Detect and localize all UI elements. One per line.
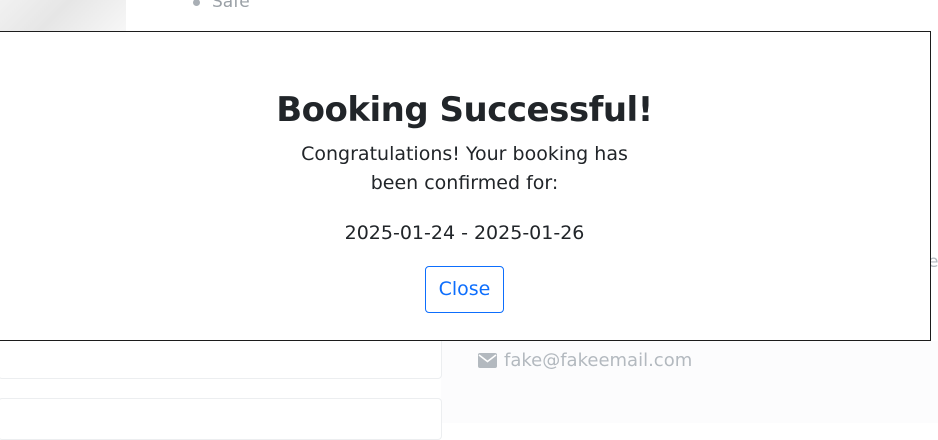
- bullet-icon: [193, 0, 200, 6]
- booking-card: [0, 398, 442, 440]
- hotel-photo: [0, 0, 126, 32]
- modal-content: Booking Successful! Congratulations! You…: [275, 32, 655, 313]
- amenities-list: Safe: [193, 0, 250, 12]
- modal-title: Booking Successful!: [276, 90, 653, 130]
- list-item: Safe: [193, 0, 250, 12]
- booking-dates: 2025-01-24 - 2025-01-26: [344, 222, 585, 244]
- contact-email[interactable]: fake@fakeemail.com: [478, 350, 692, 371]
- email-text: fake@fakeemail.com: [504, 350, 693, 371]
- confirmation-message: Congratulations! Your booking has been c…: [301, 143, 628, 194]
- envelope-icon: [478, 353, 497, 368]
- close-button[interactable]: Close: [425, 266, 504, 313]
- amenity-label: Safe: [212, 0, 250, 12]
- booking-success-modal: Booking Successful! Congratulations! You…: [0, 31, 931, 341]
